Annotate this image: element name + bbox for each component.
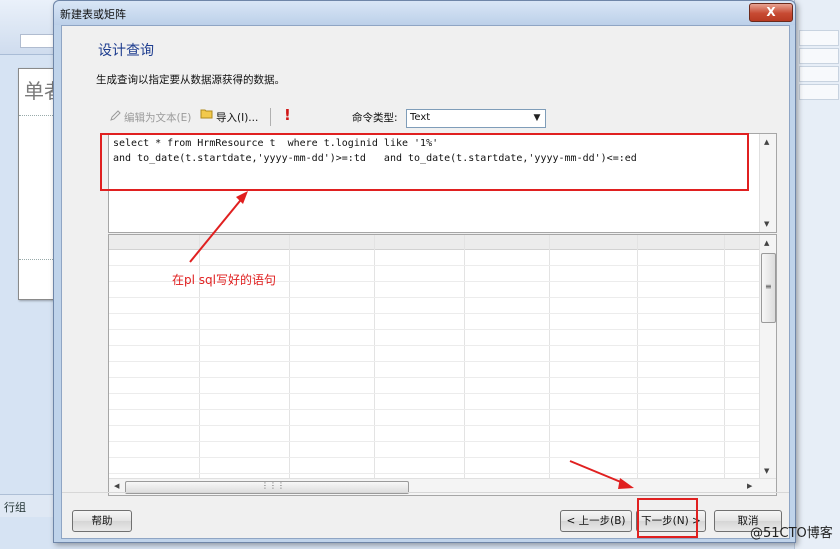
grid-row-line [109, 409, 759, 410]
grid-row-line [109, 473, 759, 474]
background-panel-row [799, 48, 839, 64]
watermark: @51CTO博客 [750, 526, 833, 541]
scroll-left-icon[interactable]: ◀ [114, 482, 119, 490]
page-title: 设计查询 [98, 43, 154, 59]
toolbar-separator [270, 108, 271, 126]
grid-column-line [464, 235, 465, 480]
grid-row-line [109, 313, 759, 314]
annotation-next-highlight [637, 498, 698, 538]
close-button[interactable]: X [749, 3, 793, 22]
vertical-scroll-thumb[interactable]: ≡ [761, 253, 776, 323]
background-status-bar: 行组 [0, 494, 60, 517]
grid-row-line [109, 345, 759, 346]
grid-column-line [724, 235, 725, 480]
dialog-client-area: 设计查询 生成查询以指定要从数据源获得的数据。 编辑为文本(E) 导入(I)..… [61, 25, 790, 539]
close-icon: X [766, 5, 776, 19]
query-toolbar: 编辑为文本(E) 导入(I)... ! 命令类型: Text ▼ [108, 104, 777, 130]
grid-header-row [109, 235, 759, 250]
scroll-down-icon[interactable]: ▼ [764, 467, 769, 475]
background-panel-row [799, 84, 839, 100]
edit-as-text-button[interactable]: 编辑为文本(E) [124, 110, 191, 125]
chevron-down-icon: ▼ [533, 113, 541, 123]
dialog-title: 新建表或矩阵 [60, 8, 126, 21]
command-type-select[interactable]: Text ▼ [406, 109, 546, 128]
background-panel-row [799, 30, 839, 46]
grid-vertical-scrollbar[interactable]: ▲ ≡ ▼ [759, 235, 776, 479]
import-button[interactable]: 导入(I)... [216, 110, 258, 125]
annotation-query-highlight [100, 133, 749, 191]
grid-column-line [549, 235, 550, 480]
grid-row-line [109, 393, 759, 394]
grid-column-line [289, 235, 290, 480]
scroll-down-icon[interactable]: ▼ [764, 220, 769, 228]
grid-row-line [109, 265, 759, 266]
grid-row-line [109, 457, 759, 458]
grid-column-line [637, 235, 638, 480]
scroll-up-icon[interactable]: ▲ [764, 138, 769, 146]
pencil-icon [110, 110, 121, 121]
grid-row-line [109, 441, 759, 442]
grid-row-line [109, 329, 759, 330]
dialog-titlebar[interactable]: 新建表或矩阵 X [54, 1, 795, 25]
exclamation-icon[interactable]: ! [284, 106, 291, 124]
annotation-label: 在pl sql写好的语句 [172, 273, 276, 287]
scroll-right-icon[interactable]: ▶ [747, 482, 752, 490]
background-right-panel [794, 0, 840, 549]
background-field [20, 34, 56, 48]
command-type-value: Text [410, 112, 431, 123]
grid-row-line [109, 425, 759, 426]
grid-row-line [109, 377, 759, 378]
folder-open-icon [200, 108, 214, 120]
help-button[interactable]: 帮助 [72, 510, 132, 532]
query-vertical-scrollbar[interactable]: ▲ ▼ [759, 134, 776, 232]
grid-row-line [109, 297, 759, 298]
grid-column-line [374, 235, 375, 480]
new-table-matrix-dialog: 新建表或矩阵 X 设计查询 生成查询以指定要从数据源获得的数据。 编辑为文本(E… [53, 0, 796, 543]
grip-icon: ⋮⋮⋮ [261, 481, 285, 490]
previous-button[interactable]: < 上一步(B) [560, 510, 632, 532]
footer-divider [62, 492, 789, 493]
page-subtitle: 生成查询以指定要从数据源获得的数据。 [96, 74, 285, 86]
background-panel-row [799, 66, 839, 82]
grid-row-line [109, 361, 759, 362]
grip-icon: ≡ [765, 282, 772, 291]
scroll-up-icon[interactable]: ▲ [764, 239, 769, 247]
command-type-label: 命令类型: [352, 112, 398, 124]
row-group-label: 行组 [4, 501, 26, 514]
